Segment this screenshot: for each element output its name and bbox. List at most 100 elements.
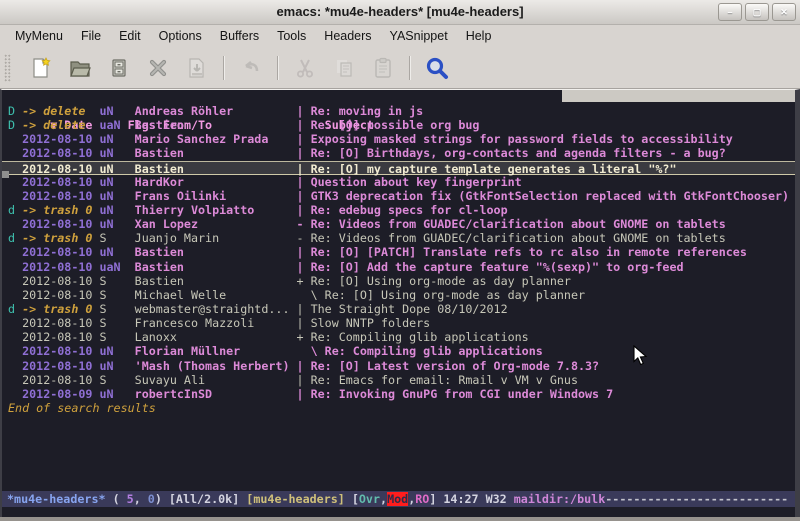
- header-line[interactable]: ▼ Date Flgs From/To Subject: [2, 90, 795, 104]
- menu-headers[interactable]: Headers: [315, 27, 380, 45]
- date-or-target: 2012-08-10: [22, 146, 99, 160]
- menu-buffers[interactable]: Buffers: [211, 27, 268, 45]
- menu-tools[interactable]: Tools: [268, 27, 315, 45]
- message-row[interactable]: 2012-08-10 uN 'Mash (Thomas Herbert) | R…: [2, 359, 795, 373]
- date-or-target: -> trash 0: [22, 231, 99, 245]
- message-row[interactable]: 2012-08-10 S Francesco Mazzoli | Slow NN…: [2, 316, 795, 330]
- minimize-button[interactable]: –: [718, 3, 742, 21]
- header-line-blank-tail: [562, 90, 795, 102]
- message-row[interactable]: d -> trash 0 S webmaster@straightd... | …: [2, 302, 795, 316]
- menu-help[interactable]: Help: [457, 27, 501, 45]
- flags: S: [99, 316, 134, 330]
- message-row[interactable]: 2012-08-10 uN Xan Lopez - Re: Videos fro…: [2, 217, 795, 231]
- from: Frans Oilinki: [135, 189, 297, 203]
- from: Lanoxx: [135, 330, 297, 344]
- subject: | Exposing masked strings for password f…: [297, 132, 733, 146]
- flags: uN: [99, 387, 134, 401]
- from: robertcInSD: [135, 387, 297, 401]
- mark-char: [8, 260, 22, 274]
- message-row[interactable]: 2012-08-10 uN Frans Oilinki | GTK3 depre…: [2, 189, 795, 203]
- search-icon[interactable]: [424, 55, 450, 81]
- flags: uN: [99, 359, 134, 373]
- modeline-plain: ,: [134, 492, 148, 506]
- modeline-plain: (: [113, 492, 127, 506]
- message-row[interactable]: 2012-08-10 uN Mario Sanchez Prada | Expo…: [2, 132, 795, 146]
- flags: uN: [99, 189, 134, 203]
- date-or-target: -> trash 0: [22, 203, 99, 217]
- mark-char: [8, 316, 22, 330]
- from: webmaster@straightd...: [135, 302, 297, 316]
- paste-icon: [370, 55, 396, 81]
- date-or-target: 2012-08-10: [22, 288, 99, 302]
- menu-file[interactable]: File: [72, 27, 110, 45]
- from: Mario Sanchez Prada: [135, 132, 297, 146]
- subject: | The Straight Dope 08/10/2012: [297, 302, 508, 316]
- toolbar-separator: [277, 56, 279, 80]
- subject: | Re: Invoking GnuPG from CGI under Wind…: [297, 387, 614, 401]
- date-or-target: 2012-08-10: [22, 162, 99, 176]
- date-or-target: 2012-08-10: [22, 132, 99, 146]
- message-row[interactable]: 2012-08-09 uN robertcInSD | Re: Invoking…: [2, 387, 795, 401]
- date-or-target: 2012-08-10: [22, 274, 99, 288]
- emacs-buffer-area: ▼ Date Flgs From/To Subject D -> delete …: [0, 89, 800, 507]
- echo-area[interactable]: [0, 507, 800, 517]
- subject: | Re: edebug specs for cl-loop: [297, 203, 508, 217]
- message-row[interactable]: 2012-08-10 uaN Bastien | Re: [O] Add the…: [2, 260, 795, 274]
- toolbar: [0, 47, 800, 89]
- menu-options[interactable]: Options: [150, 27, 211, 45]
- headers-list: D -> delete uN Andreas Röhler | Re: movi…: [2, 104, 795, 401]
- menu-yasnippet[interactable]: YASnippet: [381, 27, 457, 45]
- from: Bastien: [135, 245, 297, 259]
- modeline-plain: [: [345, 492, 359, 506]
- subject: + Re: Compiling glib applications: [297, 330, 529, 344]
- mark-char: [8, 217, 22, 231]
- message-row[interactable]: 2012-08-10 uN Bastien | Re: [O] my captu…: [2, 161, 795, 175]
- mark-char: [8, 245, 22, 259]
- date-or-target: 2012-08-10: [22, 189, 99, 203]
- message-row[interactable]: 2012-08-10 uN HardKor | Question about k…: [2, 175, 795, 189]
- flags: uN: [99, 344, 134, 358]
- message-row[interactable]: 2012-08-10 uN Bastien | Re: [O] [PATCH] …: [2, 245, 795, 259]
- dired-icon[interactable]: [106, 55, 132, 81]
- message-row[interactable]: d -> trash 0 S Juanjo Marin - Re: Videos…: [2, 231, 795, 245]
- menubar: MyMenuFileEditOptionsBuffersToolsHeaders…: [0, 25, 800, 47]
- new-file-icon[interactable]: [28, 55, 54, 81]
- message-row[interactable]: 2012-08-10 S Bastien + Re: [O] Using org…: [2, 274, 795, 288]
- subject: | Question about key fingerprint: [297, 175, 522, 189]
- message-row[interactable]: D -> delete uN Andreas Röhler | Re: movi…: [2, 104, 795, 118]
- subject: | Re: [O] [PATCH] Translate refs to rc a…: [297, 245, 747, 259]
- message-row[interactable]: d -> trash 0 uN Thierry Volpiatto | Re: …: [2, 203, 795, 217]
- flags: uN: [99, 132, 134, 146]
- from: Michael Welle: [135, 288, 297, 302]
- subject: | Re: [O] possible org bug: [297, 118, 480, 132]
- toolbar-drag-handle[interactable]: [4, 54, 11, 82]
- menu-mymenu[interactable]: MyMenu: [6, 27, 72, 45]
- flags: uN: [99, 245, 134, 259]
- modeline-count-unread: 5: [127, 492, 134, 506]
- open-file-icon[interactable]: [67, 55, 93, 81]
- menu-edit[interactable]: Edit: [110, 27, 150, 45]
- message-row[interactable]: D -> delete uaN Bastien | Re: [O] possib…: [2, 118, 795, 132]
- emacs-window: emacs: *mu4e-headers* [mu4e-headers] – ▢…: [0, 0, 800, 521]
- from: HardKor: [135, 175, 297, 189]
- message-row[interactable]: 2012-08-10 uN Florian Müllner \ Re: Comp…: [2, 344, 795, 358]
- close-button[interactable]: ✕: [772, 3, 796, 21]
- message-row[interactable]: 2012-08-10 uN Bastien | Re: [O] Birthday…: [2, 146, 795, 160]
- from: Thierry Volpiatto: [135, 203, 297, 217]
- titlebar: emacs: *mu4e-headers* [mu4e-headers] – ▢…: [0, 0, 800, 25]
- subject: | Re: moving in js: [297, 104, 424, 118]
- message-row[interactable]: 2012-08-10 S Michael Welle \ Re: [O] Usi…: [2, 288, 795, 302]
- message-row[interactable]: 2012-08-10 S Suvayu Ali | Re: Emacs for …: [2, 373, 795, 387]
- subject: - Re: Videos from GUADEC/clarification a…: [297, 231, 726, 245]
- mark-char: [8, 373, 22, 387]
- date-or-target: 2012-08-10: [22, 217, 99, 231]
- modeline-buffer: *mu4e-headers*: [7, 492, 113, 506]
- flags: uN: [99, 162, 134, 176]
- empty-buffer-space: [2, 415, 795, 491]
- maximize-button[interactable]: ▢: [745, 3, 769, 21]
- close-buffer-icon[interactable]: [145, 55, 171, 81]
- modeline-dashes: --------------------------: [605, 492, 788, 506]
- subject: - Re: Videos from GUADEC/clarification a…: [297, 217, 726, 231]
- message-row[interactable]: 2012-08-10 S Lanoxx + Re: Compiling glib…: [2, 330, 795, 344]
- window-controls: – ▢ ✕: [718, 3, 796, 21]
